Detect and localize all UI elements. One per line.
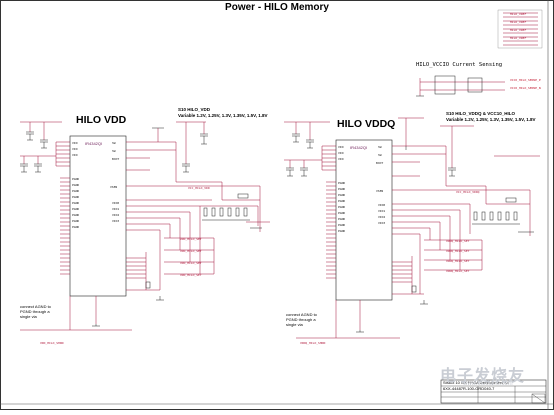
svg-text:PGND: PGND bbox=[338, 193, 345, 197]
pin-name-decor: VIN VIN VIN PGND PGND PGND PGND PGND PGND PGND… bbox=[72, 141, 385, 233]
svg-text:VDD_HILO_SET: VDD_HILO_SET bbox=[180, 261, 202, 265]
svg-text:VDD_HILO_SET: VDD_HILO_SET bbox=[180, 237, 202, 241]
right-comment-line-3: single via bbox=[286, 322, 303, 327]
svg-text:PGND: PGND bbox=[72, 207, 79, 211]
right-note-values: Variable 1.2V, 1.25V, 1.3V, 1.35V, 1.5V,… bbox=[446, 117, 536, 122]
svg-text:VIN: VIN bbox=[338, 151, 344, 155]
sense-net-label-p: VCCO_HILO_SENSE_P bbox=[510, 78, 541, 82]
svg-text:PGND: PGND bbox=[338, 211, 345, 215]
svg-text:VID3: VID3 bbox=[378, 221, 385, 225]
svg-text:VID1: VID1 bbox=[378, 209, 385, 213]
svg-text:VID0: VID0 bbox=[378, 203, 385, 207]
right-regulator-block bbox=[284, 117, 540, 339]
left-note-title: S10 HILO_VDD bbox=[178, 107, 211, 112]
svg-text:PGND: PGND bbox=[338, 205, 345, 209]
svg-text:VDD_HILO_SHDN: VDD_HILO_SHDN bbox=[40, 341, 64, 345]
current-sense-block bbox=[416, 75, 505, 97]
svg-text:VSEN: VSEN bbox=[376, 189, 383, 193]
svg-text:VDD_HILO_SET: VDD_HILO_SET bbox=[180, 249, 202, 253]
svg-text:VDDQ_HILO_SET: VDDQ_HILO_SET bbox=[446, 269, 470, 273]
svg-text:VCC_HILO_VDD: VCC_HILO_VDD bbox=[188, 186, 210, 190]
svg-text:PGND: PGND bbox=[72, 177, 79, 181]
svg-text:BOOT: BOOT bbox=[112, 157, 119, 161]
svg-text:BOOT: BOOT bbox=[376, 161, 383, 165]
svg-text:PGND: PGND bbox=[72, 201, 79, 205]
svg-text:PGND: PGND bbox=[338, 229, 345, 233]
right-chip-label: IR4342QI bbox=[350, 145, 368, 150]
svg-text:HILO_VREF: HILO_VREF bbox=[510, 28, 526, 32]
svg-text:VID2: VID2 bbox=[112, 213, 119, 217]
svg-text:VDDQ_HILO_SET: VDDQ_HILO_SET bbox=[446, 239, 470, 243]
svg-text:VID1: VID1 bbox=[112, 207, 119, 211]
right-note-title: S10 HILO_VDDQ & VCC10_HILO bbox=[446, 111, 516, 116]
svg-text:PGND: PGND bbox=[72, 225, 79, 229]
svg-text:VSEN: VSEN bbox=[110, 185, 117, 189]
svg-text:VIN: VIN bbox=[72, 141, 78, 145]
svg-text:PGND: PGND bbox=[338, 187, 345, 191]
watermark-url: www.elecfans.com bbox=[463, 381, 513, 387]
right-block-heading: HILO VDDQ bbox=[337, 118, 396, 130]
svg-text:HILO_VREF: HILO_VREF bbox=[510, 20, 526, 24]
svg-text:PGND: PGND bbox=[338, 223, 345, 227]
left-note-values: Variable 1.2V, 1.25V, 1.3V, 1.35V, 1.5V,… bbox=[178, 113, 268, 118]
svg-text:VID3: VID3 bbox=[112, 219, 119, 223]
svg-text:SW: SW bbox=[112, 149, 116, 153]
svg-text:VDDQ_HILO_SHDN: VDDQ_HILO_SHDN bbox=[300, 341, 325, 345]
left-comment-line-3: single via bbox=[20, 314, 37, 319]
svg-text:VDDQ_HILO_SET: VDDQ_HILO_SET bbox=[446, 249, 470, 253]
current-sense-title: HILO_VCCIO Current Sensing bbox=[416, 62, 503, 68]
svg-text:VIN: VIN bbox=[338, 157, 344, 161]
left-regulator-block bbox=[20, 121, 270, 331]
svg-text:SW: SW bbox=[378, 145, 382, 149]
left-chip-label: IR4342QI bbox=[85, 141, 103, 146]
svg-text:PGND: PGND bbox=[72, 189, 79, 193]
svg-text:PGND: PGND bbox=[72, 213, 79, 217]
svg-text:PGND: PGND bbox=[338, 217, 345, 221]
sheet-title: Power - HILO Memory bbox=[225, 2, 329, 13]
svg-text:SW: SW bbox=[378, 153, 382, 157]
svg-text:PGND: PGND bbox=[72, 219, 79, 223]
svg-text:PGND: PGND bbox=[72, 195, 79, 199]
svg-text:VDD_HILO_SET: VDD_HILO_SET bbox=[180, 273, 202, 277]
svg-text:VIN: VIN bbox=[338, 145, 344, 149]
svg-text:VDDQ_HILO_SET: VDDQ_HILO_SET bbox=[446, 259, 470, 263]
svg-text:VID0: VID0 bbox=[112, 201, 119, 205]
svg-text:VIN: VIN bbox=[72, 147, 78, 151]
svg-text:VIN: VIN bbox=[72, 153, 78, 157]
svg-text:VCC_HILO_VDDQ: VCC_HILO_VDDQ bbox=[456, 190, 480, 194]
sense-net-label-n: VCCO_HILO_SENSE_N bbox=[510, 86, 541, 90]
svg-text:PGND: PGND bbox=[72, 183, 79, 187]
svg-text:PGND: PGND bbox=[338, 199, 345, 203]
left-block-heading: HILO VDD bbox=[76, 114, 127, 126]
svg-text:HILO_VREF: HILO_VREF bbox=[510, 36, 526, 40]
svg-text:SW: SW bbox=[112, 141, 116, 145]
svg-text:PGND: PGND bbox=[338, 181, 345, 185]
title-block-line-2: 6XX-44487R-100-GRD040-7 bbox=[443, 386, 495, 391]
svg-text:VID2: VID2 bbox=[378, 215, 385, 219]
